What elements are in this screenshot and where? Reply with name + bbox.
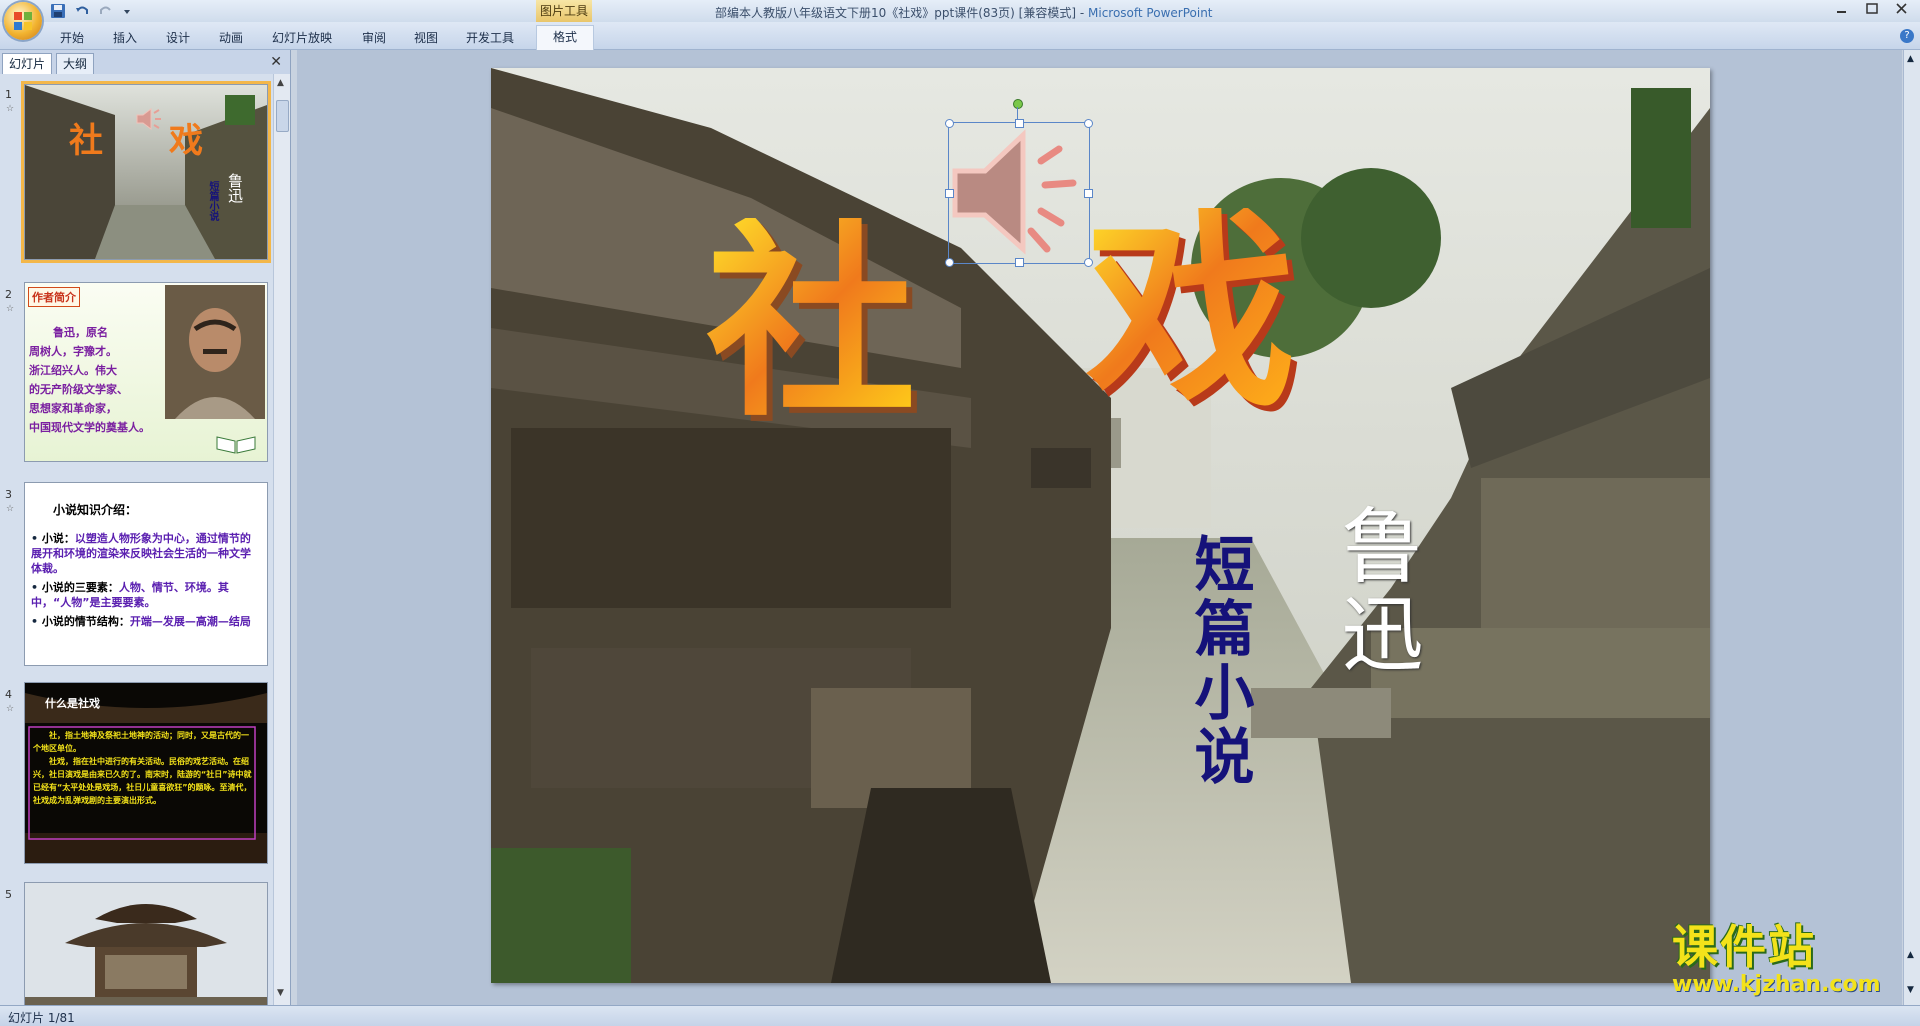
rotate-handle-icon[interactable]: [1013, 99, 1023, 109]
thumb-2-badge: 作者简介: [28, 287, 80, 307]
slide-canvas[interactable]: 社 戏 短篇小说 鲁迅: [491, 68, 1710, 983]
slide-number: 5: [5, 888, 12, 901]
resize-handle[interactable]: [1015, 119, 1024, 128]
sound-object[interactable]: [945, 99, 1093, 267]
tab-home[interactable]: 开始: [60, 29, 84, 46]
panel-tabs: 幻灯片 大纲 ✕: [0, 50, 290, 74]
thumb-4-heading: 什么是社戏: [45, 697, 100, 710]
thumb-3-heading: 小说知识介绍：: [53, 503, 138, 517]
slide-thumbnail-2[interactable]: 作者简介 鲁迅，原名 周树人，字豫才。 浙江绍兴人。伟大 的无产阶级文学家、 思…: [24, 282, 268, 462]
tab-view[interactable]: 视图: [414, 29, 438, 46]
thumb-3-items: • 小说：以塑造人物形象为中心，通过情节的展开和环境的渲染来反映社会生活的一种文…: [31, 532, 251, 628]
slide-author[interactable]: 鲁迅: [1327, 503, 1422, 679]
scroll-down-icon[interactable]: ▼: [277, 988, 284, 998]
slide-counter: 幻灯片 1/81: [8, 1011, 75, 1025]
tab-insert[interactable]: 插入: [113, 29, 137, 46]
thumb-4-text: 社，指土地神及祭祀土地神的活动；同时，又是古代的一个地区单位。 社戏，指在社中进…: [33, 731, 252, 805]
thumb-2-text: 鲁迅，原名 周树人，字豫才。 浙江绍兴人。伟大 的无产阶级文学家、 思想家和革命…: [29, 326, 150, 434]
slide-number: 3: [5, 488, 12, 501]
save-icon[interactable]: [50, 3, 66, 19]
status-bar: 幻灯片 1/81: [0, 1005, 1920, 1026]
slide-number: 2: [5, 288, 12, 301]
panel-scrollbar[interactable]: ▲ ▼: [273, 74, 290, 1005]
slide-thumbnail-5[interactable]: [24, 882, 268, 1005]
scroll-thumb[interactable]: [276, 100, 289, 132]
title-bar: 图片工具 部编本人教版八年级语文下册10《社戏》ppt课件(83页) [兼容模式…: [0, 0, 1920, 22]
ribbon: 开始 插入 设计 动画 幻灯片放映 审阅 视图 开发工具 格式: [0, 22, 1920, 50]
slide-thumbnail-3[interactable]: 小说知识介绍： • 小说：以塑造人物形象为中心，通过情节的展开和环境的渲染来反映…: [24, 482, 268, 666]
thumb-1-speaker-icon: [135, 107, 163, 134]
watermark-logo: 课件站 www.kjzhan.com: [1672, 924, 1902, 1002]
next-slide-icon[interactable]: ▼: [1907, 985, 1914, 995]
resize-handle[interactable]: [1084, 119, 1093, 128]
resize-handle[interactable]: [945, 189, 954, 198]
maximize-icon[interactable]: [1864, 2, 1880, 16]
resize-handle[interactable]: [945, 119, 954, 128]
minimize-icon[interactable]: [1834, 2, 1850, 16]
help-icon[interactable]: ?: [1900, 29, 1914, 43]
slide-thumbnail-4[interactable]: 什么是社戏 社，指土地神及祭祀土地神的活动；同时，又是古代的一个地区单位。 社戏…: [24, 682, 268, 864]
slide-subtitle[interactable]: 短篇小说: [1184, 533, 1254, 789]
tab-design[interactable]: 设计: [166, 29, 190, 46]
tab-outline[interactable]: 大纲: [56, 53, 95, 74]
tab-slideshow[interactable]: 幻灯片放映: [272, 29, 332, 46]
window-controls: [1834, 2, 1910, 16]
undo-icon[interactable]: [74, 3, 90, 19]
thumb-2-portrait: [165, 285, 265, 419]
slide-thumbnail-1[interactable]: 社 戏 鲁迅 短篇小说: [24, 84, 268, 260]
thumb-1-title-char-2: 戏: [169, 121, 203, 161]
tab-slides[interactable]: 幻灯片: [2, 53, 53, 74]
thumb-1-author: 鲁迅: [226, 173, 244, 203]
thumb-5-pavilion-image: [25, 883, 267, 1005]
slide-number: 4: [5, 688, 12, 701]
office-logo-icon: [14, 12, 32, 30]
scroll-up-icon[interactable]: ▲: [277, 78, 284, 88]
slide-thumbnail-list: 1 ☆ 社 戏 鲁迅 短篇小说 2 ☆ 作者简介 鲁迅，原名 周树人，字豫才。 …: [0, 74, 274, 1005]
animation-star-icon: ☆: [6, 104, 15, 114]
editor-scrollbar[interactable]: ▲ ▲ ▼: [1903, 50, 1920, 1005]
thumb-1-subtitle: 短篇小说: [207, 181, 218, 221]
animation-star-icon: ☆: [6, 704, 15, 714]
watermark-url: www.kjzhan.com: [1672, 972, 1881, 997]
animation-star-icon: ☆: [6, 304, 15, 314]
scroll-up-icon[interactable]: ▲: [1907, 54, 1914, 64]
slide-number: 1: [5, 88, 12, 101]
redo-icon[interactable]: [98, 3, 114, 19]
slide-title-char-2[interactable]: 戏: [1086, 208, 1296, 418]
speaker-icon: [952, 129, 1077, 255]
panel-close-icon[interactable]: ✕: [270, 54, 282, 70]
picture-tools-context-label: 图片工具: [536, 0, 592, 22]
window-title: 部编本人教版八年级语文下册10《社戏》ppt课件(83页) [兼容模式] - M…: [715, 6, 1213, 20]
watermark-cn: 课件站: [1672, 920, 1816, 974]
animation-star-icon: ☆: [6, 504, 15, 514]
tab-developer[interactable]: 开发工具: [466, 29, 514, 46]
resize-handle[interactable]: [1015, 258, 1024, 267]
tab-animations[interactable]: 动画: [219, 29, 243, 46]
slide-title-char-1[interactable]: 社: [706, 218, 916, 428]
thumb-1-title-char-1: 社: [69, 121, 103, 161]
book-icon: [215, 433, 257, 458]
tab-review[interactable]: 审阅: [362, 29, 386, 46]
resize-handle[interactable]: [945, 258, 954, 267]
slides-panel: 幻灯片 大纲 ✕ 1 ☆ 社 戏 鲁迅 短篇小说 2 ☆ 作者简介 鲁迅，原名 …: [0, 50, 291, 1005]
tab-format[interactable]: 格式: [536, 25, 595, 50]
prev-slide-icon[interactable]: ▲: [1907, 950, 1914, 960]
close-icon[interactable]: [1894, 2, 1910, 16]
quick-access-toolbar: [50, 2, 138, 20]
office-button[interactable]: [4, 2, 42, 40]
customize-qat-icon[interactable]: [122, 3, 138, 19]
